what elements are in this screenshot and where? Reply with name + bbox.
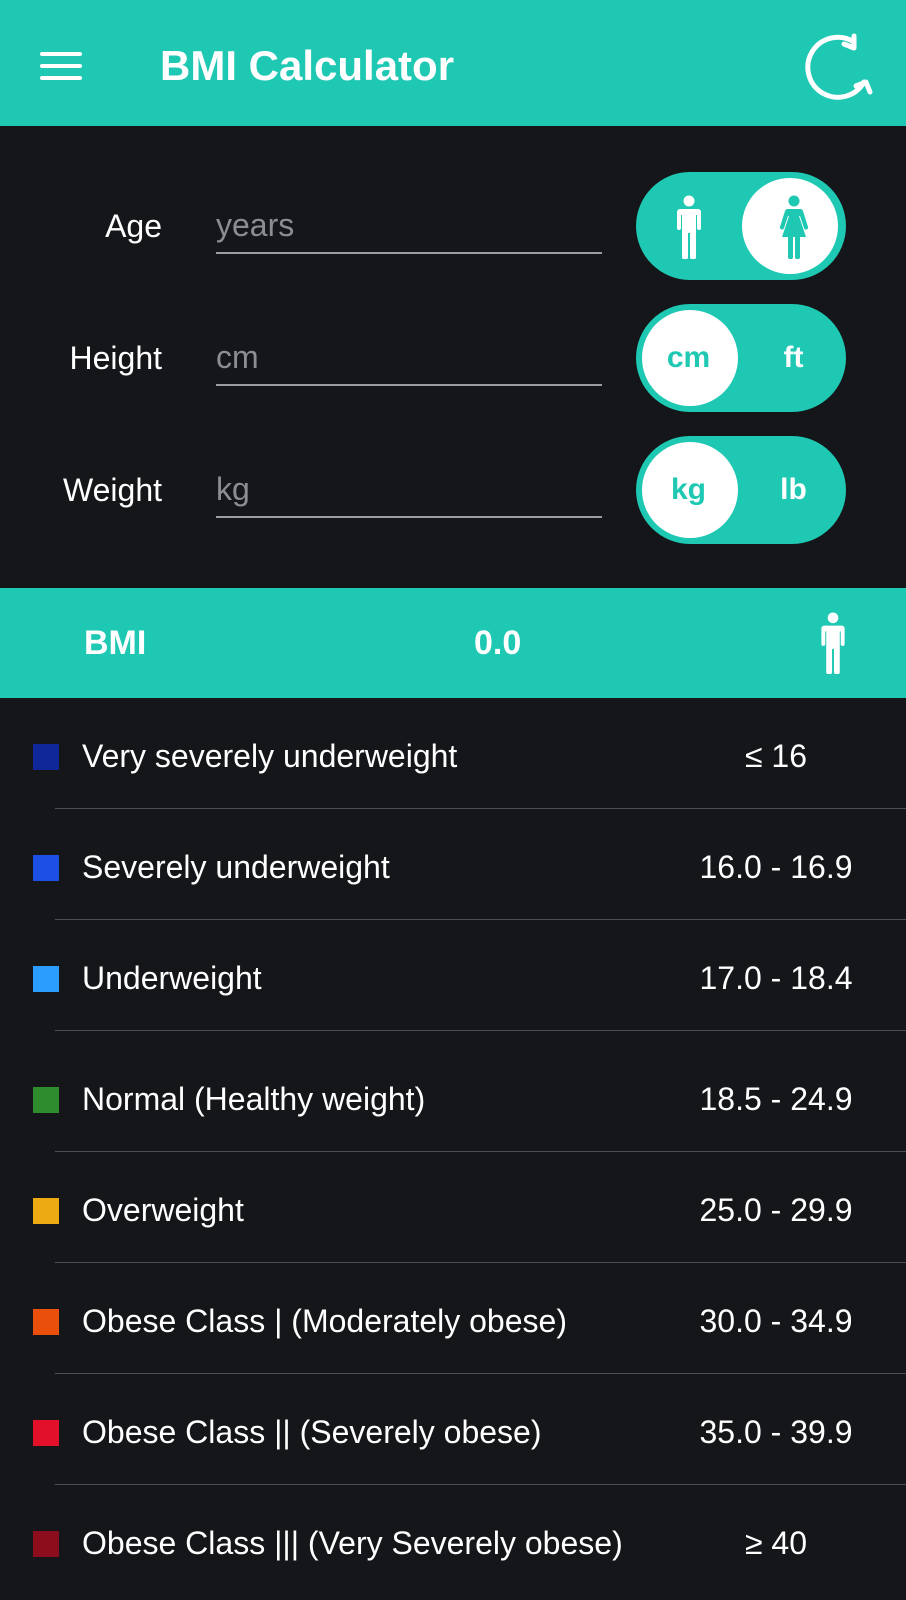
category-color-swatch bbox=[33, 1198, 59, 1224]
category-row: Obese Class || (Severely obese) 35.0 - 3… bbox=[0, 1374, 906, 1485]
category-name: Obese Class ||| (Very Severely obese) bbox=[82, 1525, 623, 1561]
category-range: 30.0 - 34.9 bbox=[699, 1303, 853, 1339]
category-row: Very severely underweight ≤ 16 bbox=[0, 698, 906, 809]
category-range: 35.0 - 39.9 bbox=[699, 1414, 853, 1450]
weight-input[interactable] bbox=[216, 462, 602, 518]
height-input[interactable] bbox=[216, 330, 602, 386]
category-range: 25.0 - 29.9 bbox=[699, 1192, 853, 1228]
category-row: Severely underweight 16.0 - 16.9 bbox=[0, 809, 906, 920]
unit-ft-option[interactable]: ft bbox=[741, 304, 846, 412]
category-color-swatch bbox=[33, 744, 59, 770]
female-icon bbox=[779, 195, 808, 260]
category-range: 17.0 - 18.4 bbox=[699, 960, 853, 996]
category-range: 16.0 - 16.9 bbox=[699, 849, 853, 885]
unit-lb-option[interactable]: lb bbox=[741, 436, 846, 544]
weight-row: Weight kg lb bbox=[0, 436, 906, 546]
category-name: Normal (Healthy weight) bbox=[82, 1081, 426, 1117]
category-range: ≥ 40 bbox=[744, 1525, 808, 1561]
category-name: Overweight bbox=[82, 1192, 244, 1228]
age-label: Age bbox=[105, 208, 162, 244]
refresh-icon[interactable] bbox=[800, 30, 880, 102]
category-color-swatch bbox=[33, 1309, 59, 1335]
category-color-swatch bbox=[33, 855, 59, 881]
age-row: Age bbox=[0, 172, 906, 282]
height-unit-toggle[interactable]: cm ft bbox=[636, 304, 846, 412]
category-color-swatch bbox=[33, 1420, 59, 1446]
weight-label: Weight bbox=[62, 472, 162, 508]
male-icon bbox=[676, 195, 701, 261]
gender-toggle[interactable] bbox=[636, 172, 846, 280]
category-name: Underweight bbox=[82, 960, 262, 996]
app-bar: BMI Calculator bbox=[0, 0, 906, 126]
app-title: BMI Calculator bbox=[160, 42, 455, 89]
bmi-label: BMI bbox=[84, 624, 147, 662]
hamburger-menu-icon[interactable] bbox=[40, 52, 82, 80]
category-row: Obese Class | (Moderately obese) 30.0 - … bbox=[0, 1263, 906, 1374]
height-row: Height cm ft bbox=[0, 304, 906, 414]
category-row: Overweight 25.0 - 29.9 bbox=[0, 1152, 906, 1263]
bmi-value: 0.0 bbox=[474, 624, 522, 662]
category-row: Obese Class ||| (Very Severely obese) ≥ … bbox=[0, 1485, 906, 1596]
female-option[interactable] bbox=[741, 172, 846, 280]
age-input[interactable] bbox=[216, 198, 602, 254]
weight-unit-toggle[interactable]: kg lb bbox=[636, 436, 846, 544]
male-figure-icon bbox=[821, 612, 845, 674]
category-name: Obese Class | (Moderately obese) bbox=[82, 1303, 567, 1339]
bmi-category-list: Very severely underweight ≤ 16 Severely … bbox=[0, 698, 906, 1596]
unit-cm-option[interactable]: cm bbox=[636, 304, 741, 412]
category-name: Very severely underweight bbox=[82, 738, 458, 774]
category-row: Normal (Healthy weight) 18.5 - 24.9 bbox=[0, 1031, 906, 1152]
category-name: Severely underweight bbox=[82, 849, 390, 885]
category-row: Underweight 17.0 - 18.4 bbox=[0, 920, 906, 1031]
category-range: ≤ 16 bbox=[744, 738, 808, 774]
category-color-swatch bbox=[33, 1087, 59, 1113]
bmi-result-bar: BMI 0.0 bbox=[0, 588, 906, 698]
category-color-swatch bbox=[33, 966, 59, 992]
category-name: Obese Class || (Severely obese) bbox=[82, 1414, 542, 1450]
category-range: 18.5 - 24.9 bbox=[699, 1081, 853, 1117]
category-color-swatch bbox=[33, 1531, 59, 1557]
male-option[interactable] bbox=[636, 172, 741, 280]
unit-kg-option[interactable]: kg bbox=[636, 436, 741, 544]
height-label: Height bbox=[69, 340, 163, 376]
